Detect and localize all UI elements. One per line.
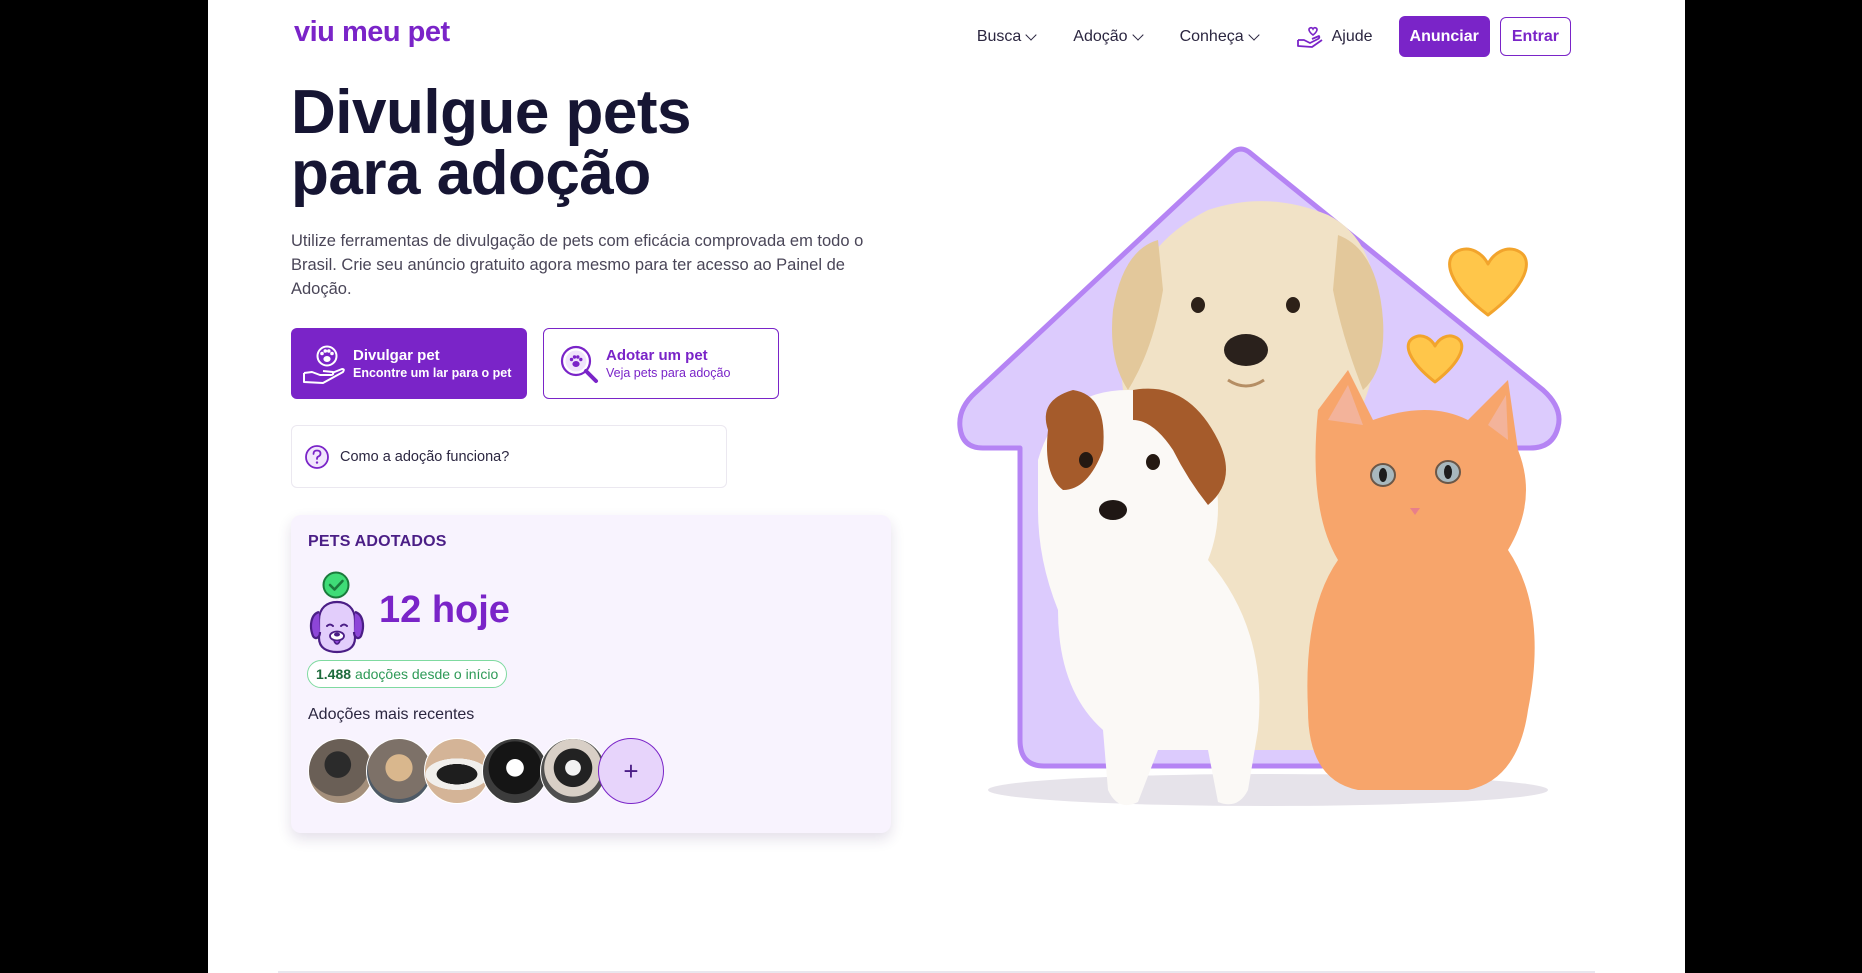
hero-title-line2: para adoção bbox=[291, 139, 651, 208]
how-adoption-works-link[interactable]: Como a adoção funciona? bbox=[291, 425, 727, 488]
adotar-pet-subtitle: Veja pets para adoção bbox=[606, 366, 731, 380]
nav-conheca[interactable]: Conheça bbox=[1179, 27, 1260, 46]
chevron-down-icon bbox=[1131, 28, 1144, 41]
hero-description: Utilize ferramentas de divulgação de pet… bbox=[291, 232, 864, 298]
nav-busca-label: Busca bbox=[976, 27, 1022, 45]
adopted-pet-avatar[interactable] bbox=[424, 738, 490, 804]
adotar-pet-button[interactable]: Adotar um pet Veja pets para adoção bbox=[543, 328, 779, 399]
recent-adoptions-label: Adoções mais recentes bbox=[308, 706, 475, 723]
divulgar-pet-title: Divulgar pet bbox=[353, 347, 440, 364]
more-adoptions-button[interactable]: + bbox=[598, 738, 664, 804]
adopted-dog-icon bbox=[309, 571, 365, 654]
adopted-pets-title: PETS ADOTADOS bbox=[308, 533, 447, 550]
nav-adocao-label: Adoção bbox=[1073, 27, 1128, 45]
adopted-pet-avatar[interactable] bbox=[540, 738, 606, 804]
nav-conheca-label: Conheça bbox=[1179, 27, 1244, 45]
page: viu meu pet Busca Adoção Conheça Ajude A… bbox=[208, 0, 1685, 973]
total-adoptions-label: adoções desde o início bbox=[355, 666, 499, 682]
hero-illustration bbox=[957, 146, 1562, 806]
recent-adoptions-list: + bbox=[308, 738, 664, 804]
how-adoption-works-label: Como a adoção funciona? bbox=[340, 448, 510, 465]
main-nav: Busca Adoção Conheça Ajude Anunciar Entr… bbox=[939, 16, 1571, 57]
nav-adocao[interactable]: Adoção bbox=[1073, 27, 1144, 46]
orange-kitten-image bbox=[1307, 370, 1535, 790]
chevron-down-icon bbox=[1025, 28, 1037, 41]
adopted-pet-avatar[interactable] bbox=[308, 738, 374, 804]
total-adoptions-number: 1.488 bbox=[316, 666, 352, 682]
adopted-pets-card: PETS ADOTADOS 12 hoje 1.488 adoções desd… bbox=[291, 515, 891, 833]
nav-busca[interactable]: Busca bbox=[976, 27, 1037, 46]
heart-icon bbox=[1448, 247, 1528, 317]
adopted-pet-avatar[interactable] bbox=[366, 738, 432, 804]
divulgar-pet-subtitle: Encontre um lar para o pet bbox=[353, 366, 512, 380]
entrar-button[interactable]: Entrar bbox=[1499, 17, 1571, 56]
nav-ajude[interactable]: Ajude bbox=[1296, 26, 1373, 48]
adopted-today-count: 12 hoje bbox=[379, 589, 510, 631]
adotar-pet-title: Adotar um pet bbox=[606, 347, 708, 364]
anunciar-button[interactable]: Anunciar bbox=[1398, 16, 1490, 57]
paw-hand-icon bbox=[299, 338, 351, 390]
total-adoptions-badge: 1.488 adoções desde o início bbox=[307, 660, 508, 688]
logo[interactable]: viu meu pet bbox=[294, 16, 450, 49]
heart-hand-icon bbox=[1296, 26, 1323, 48]
nav-ajude-label: Ajude bbox=[1331, 27, 1373, 45]
paw-search-icon bbox=[552, 338, 604, 390]
chevron-down-icon bbox=[1247, 28, 1260, 41]
divulgar-pet-button[interactable]: Divulgar pet Encontre um lar para o pet bbox=[291, 328, 527, 399]
hero-title: Divulgue pets para adoção bbox=[291, 82, 811, 205]
hero-title-line1: Divulgue pets bbox=[291, 78, 692, 147]
question-circle-icon bbox=[305, 444, 329, 469]
adopted-pet-avatar[interactable] bbox=[482, 738, 548, 804]
